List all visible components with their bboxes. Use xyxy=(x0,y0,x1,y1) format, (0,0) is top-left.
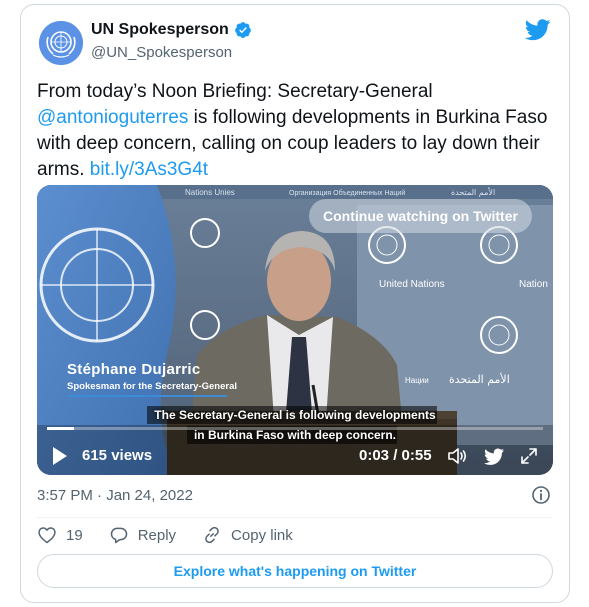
twitter-logo-icon[interactable] xyxy=(483,446,505,466)
explore-twitter-button[interactable]: Explore what's happening on Twitter xyxy=(37,554,553,588)
reply-bubble-icon xyxy=(110,527,127,544)
divider xyxy=(37,517,553,518)
reply-label: Reply xyxy=(137,526,177,544)
un-emblem-icon xyxy=(39,21,83,65)
speaker-title: Spokesman for the Secretary-General xyxy=(67,381,238,392)
volume-icon[interactable] xyxy=(447,446,469,466)
caption-line: The Secretary-General is following devel… xyxy=(154,408,436,422)
video-progress-fill xyxy=(47,427,75,430)
bg-label-arabic: الأمم المتحدة xyxy=(449,372,510,386)
tweet-timestamp[interactable]: 3:57 PM · Jan 24, 2022 xyxy=(37,487,193,504)
fullscreen-icon[interactable] xyxy=(519,446,539,466)
bg-label-english-cut: Nation xyxy=(519,279,548,290)
tweet-text: From today’s Noon Briefing: Secretary-Ge… xyxy=(37,79,557,183)
video-timecode: 0:03 / 0:55 xyxy=(359,447,432,464)
video-player[interactable]: United Nations Nation الأمم المتحدة Наци… xyxy=(37,185,553,475)
bg-label-french-top: Nations Unies xyxy=(185,188,235,197)
video-progress-bar[interactable] xyxy=(47,427,543,430)
copy-link-label: Copy link xyxy=(231,526,293,544)
bg-label-english: United Nations xyxy=(379,279,445,290)
like-button[interactable]: 19 xyxy=(37,525,83,545)
speaker-name: Stéphane Dujarric xyxy=(67,361,201,378)
lower-third: Stéphane Dujarric Spokesman for the Secr… xyxy=(67,361,237,397)
reply-button[interactable]: Reply xyxy=(109,525,176,545)
author-name[interactable]: UN Spokesperson xyxy=(91,21,229,39)
tweet-card: UN Spokesperson @UN_Spokesperson From to… xyxy=(20,4,570,603)
info-icon[interactable] xyxy=(531,485,551,505)
copy-link-button[interactable]: Copy link xyxy=(202,525,293,545)
video-controls: 615 views 0:03 / 0:55 xyxy=(37,440,553,475)
twitter-bird-icon[interactable] xyxy=(525,19,551,41)
bg-label-arabic-top: الأمم المتحدة xyxy=(451,187,495,197)
lower-third-rule xyxy=(67,395,227,397)
verified-badge-icon xyxy=(234,22,251,38)
url-link[interactable]: bit.ly/3As3G4t xyxy=(90,159,208,180)
tweet-actions: 19 Reply Copy link xyxy=(37,525,293,545)
link-icon xyxy=(205,526,219,544)
bg-label-russian-cut: Нации xyxy=(405,376,429,385)
like-count: 19 xyxy=(66,526,83,544)
avatar[interactable] xyxy=(39,21,83,65)
mention-link[interactable]: @antonioguterres xyxy=(37,107,188,128)
bg-label-russian-top: Организация Объединенных Наций xyxy=(289,189,405,197)
tweet-text-start: From today’s Noon Briefing: Secretary-Ge… xyxy=(37,81,433,102)
continue-watching-button[interactable]: Continue watching on Twitter xyxy=(309,199,532,233)
author-handle[interactable]: @UN_Spokesperson xyxy=(91,44,232,61)
heart-icon xyxy=(38,527,56,544)
view-count: 615 views xyxy=(82,447,153,464)
play-icon[interactable] xyxy=(53,447,67,465)
